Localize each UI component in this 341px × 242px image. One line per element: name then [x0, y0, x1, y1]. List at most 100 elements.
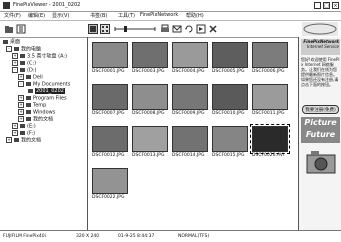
- tree-item-program-files[interactable]: + Program Files: [18, 95, 67, 102]
- photo-thumbnail: [252, 84, 288, 110]
- tree-item-desktop[interactable]: 桌面: [3, 39, 20, 46]
- thumbnail-caption: DSCF0005.JPG: [212, 69, 245, 74]
- tree-item-drive-f[interactable]: + (F:): [12, 130, 35, 137]
- thumbnail-item[interactable]: DSCF0004.JPG: [172, 42, 208, 76]
- expand-icon[interactable]: +: [12, 53, 18, 59]
- thumbnail-item[interactable]: DSCF0007.JPG: [92, 84, 128, 118]
- tree-item-floppy[interactable]: +3.5 英寸软盘 (A:): [12, 53, 67, 60]
- desktop-icon: [3, 39, 8, 44]
- expand-icon[interactable]: +: [12, 123, 18, 129]
- thumbnail-item[interactable]: DSCF0015.JPG: [212, 126, 248, 160]
- expand-icon[interactable]: +: [18, 109, 24, 115]
- thumbnail-caption: DSCF0004.JPG: [172, 69, 205, 74]
- tree-item-dell[interactable]: + Dell: [18, 74, 43, 81]
- tree-item-temp[interactable]: + Temp: [18, 102, 46, 109]
- expand-icon[interactable]: +: [12, 130, 18, 136]
- thumbnail-caption: DSCF0010.JPG: [212, 111, 245, 116]
- expand-icon[interactable]: +: [6, 137, 12, 143]
- photo-thumbnail: [92, 84, 128, 110]
- menu-edit[interactable]: 编辑(E): [28, 12, 45, 19]
- menu-view[interactable]: 显示(V): [52, 12, 69, 19]
- tree-item-my-documents-root[interactable]: + 我的文档: [6, 137, 41, 144]
- window-title: FinePixViewer - 2001_0202: [13, 2, 81, 8]
- thumbnail-item[interactable]: DSCF0012.JPG: [92, 126, 128, 160]
- register-button[interactable]: 我要注册(免费): [302, 105, 339, 114]
- status-bar: FUJIFILM FinePix40i 320 X 240 01-9-25 8:…: [0, 230, 341, 242]
- photo-thumbnail: [212, 42, 248, 68]
- slideshow-icon[interactable]: [196, 24, 206, 34]
- collapse-icon[interactable]: -: [6, 46, 12, 52]
- close-button[interactable]: ×: [332, 2, 339, 9]
- folder-icon: [26, 103, 31, 107]
- folder-up-icon[interactable]: [4, 24, 14, 34]
- expand-icon[interactable]: +: [18, 116, 24, 122]
- camera-icon: [306, 151, 336, 174]
- thumbnail-item[interactable]: DSCF0014.JPG: [172, 126, 208, 160]
- tree-item-my-docs-cn[interactable]: + 我的文档: [18, 116, 53, 123]
- expand-icon[interactable]: +: [18, 74, 24, 80]
- menu-finepixnetwork[interactable]: FinePixNetwork: [140, 12, 178, 18]
- expand-icon[interactable]: +: [12, 60, 18, 66]
- drive-icon: [20, 131, 25, 135]
- status-camera-model: FUJIFILM FinePix40i: [3, 234, 46, 239]
- thumbnail-item[interactable]: DSCF0008.JPG: [132, 84, 168, 118]
- tree-item-2001-0202[interactable]: 2001_0202: [28, 88, 65, 95]
- thumbnail-item[interactable]: DSCF0003.JPG: [132, 42, 168, 76]
- drive-icon: [20, 124, 25, 128]
- thumbnail-item[interactable]: DSCF0013.JPG: [132, 126, 168, 160]
- network-header-subtitle: Internet Service: [306, 44, 339, 49]
- drive-icon: [20, 61, 25, 65]
- folder-tree-panel: 桌面 - 我的电脑 +3.5 英寸软盘 (A:) + (C:) - (D:) + Del…: [0, 37, 88, 230]
- tree-item-drive-c[interactable]: + (C:): [12, 60, 36, 67]
- thumbnail-item[interactable]: DSCF0010.JPG: [212, 84, 248, 118]
- tree-item-my-computer[interactable]: - 我的电脑: [6, 46, 41, 53]
- menu-bar: 文件(F) 编辑(E) 显示(V) 书签(B) 工具(T) FinePixNet…: [0, 11, 341, 21]
- maximize-button[interactable]: □: [323, 2, 330, 9]
- tree-item-drive-e[interactable]: + (E:): [12, 123, 36, 130]
- thumbnail-item[interactable]: DSCF0005.JPG: [212, 42, 248, 76]
- photo-thumbnail: [92, 126, 128, 152]
- thumbnail-caption: DSCF0022.JPG: [92, 195, 125, 200]
- thumbnail-size-slider[interactable]: [114, 25, 156, 33]
- video-thumbnail: [250, 124, 290, 154]
- print-icon[interactable]: [160, 24, 170, 34]
- thumbnail-item-selected[interactable]: DSCF0020.AVI: [250, 124, 290, 160]
- finepix-network-panel: FinePixNetwork Internet Service 您好!欢迎使用 …: [298, 37, 341, 230]
- expand-icon[interactable]: +: [18, 102, 24, 108]
- status-date: 01-9-25 8:44:37: [118, 234, 155, 239]
- menu-help[interactable]: 帮助(H): [186, 12, 204, 19]
- tree-item-my-documents[interactable]: - My Documents: [18, 81, 70, 88]
- menu-bookmarks[interactable]: 书签(B): [90, 12, 107, 19]
- photo-thumbnail: [172, 126, 208, 152]
- menu-tools[interactable]: 工具(T): [118, 12, 135, 19]
- thumbnail-item[interactable]: DSCF0022.JPG: [92, 168, 128, 202]
- collapse-icon[interactable]: -: [12, 67, 18, 73]
- expand-icon[interactable]: +: [18, 95, 24, 101]
- folder-icon: [14, 138, 19, 142]
- menu-file[interactable]: 文件(F): [4, 12, 21, 19]
- thumbnail-item[interactable]: DSCF0009.JPG: [172, 84, 208, 118]
- small-thumbnails-icon[interactable]: [100, 24, 110, 34]
- photo-thumbnail: [252, 42, 288, 68]
- tree-item-drive-d[interactable]: - (D:): [12, 67, 36, 74]
- email-icon[interactable]: [172, 24, 182, 34]
- photo-thumbnail: [212, 84, 248, 110]
- thumbnail-caption: DSCF0009.JPG: [172, 111, 205, 116]
- rotate-icon[interactable]: [184, 24, 194, 34]
- tree-view-icon[interactable]: [16, 24, 26, 34]
- tree-item-windows[interactable]: + Windows: [18, 109, 55, 116]
- collapse-icon[interactable]: -: [18, 81, 24, 87]
- large-thumbnails-icon[interactable]: [88, 24, 98, 34]
- thumbnail-caption: DSCF0013.JPG: [132, 153, 165, 158]
- thumbnail-item[interactable]: DSCF0001.JPG: [92, 42, 128, 76]
- thumbnail-caption: DSCF0014.JPG: [172, 153, 205, 158]
- folder-icon: [26, 82, 31, 86]
- drive-icon: [20, 68, 25, 72]
- delete-icon[interactable]: [208, 24, 218, 34]
- thumbnail-item[interactable]: DSCF0011.JPG: [252, 84, 288, 118]
- minimize-button[interactable]: _: [314, 2, 321, 9]
- thumbnail-item[interactable]: DSCF0006.JPG: [252, 42, 288, 76]
- network-header: FinePixNetwork Internet Service: [301, 39, 340, 55]
- thumbnail-caption: DSCF0007.JPG: [92, 111, 125, 116]
- photo-thumbnail: [132, 126, 168, 152]
